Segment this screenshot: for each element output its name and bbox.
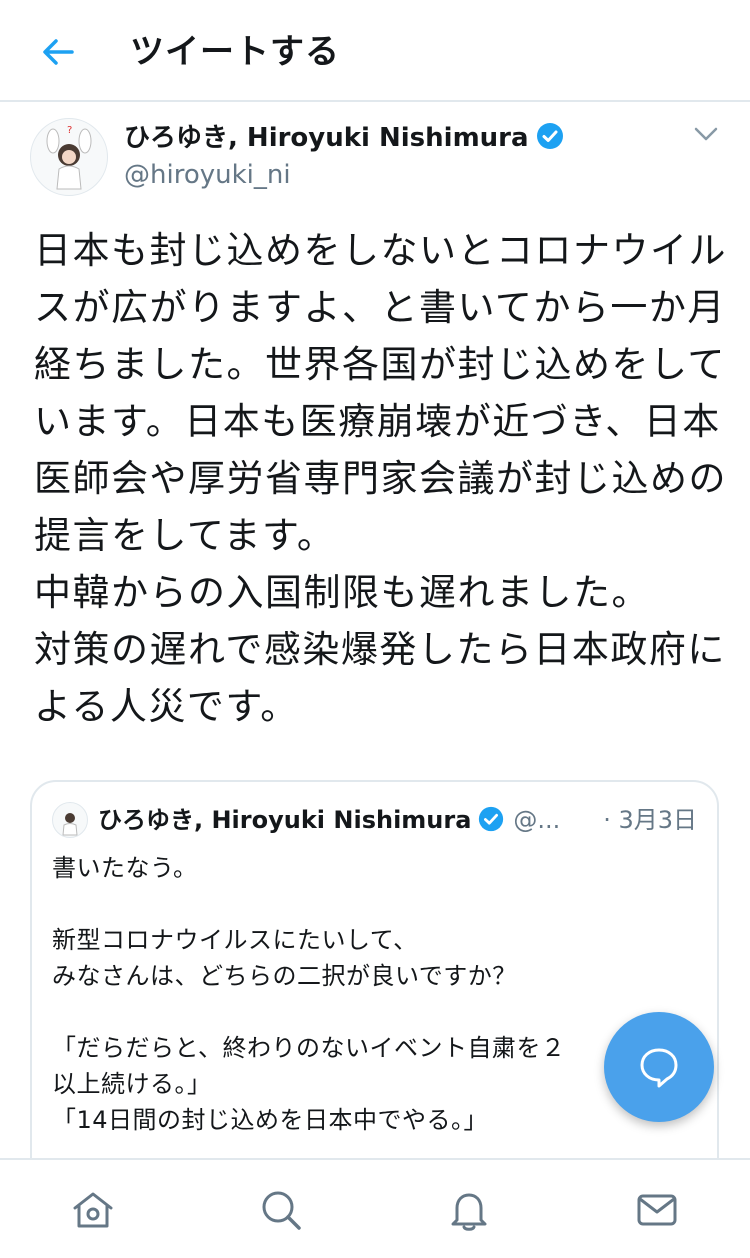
- speech-bubble-icon: [640, 1048, 678, 1088]
- avatar[interactable]: ?: [30, 118, 108, 196]
- tweet-author[interactable]: ? ひろゆき, Hiroyuki Nishimura @hiroyuki_ni: [0, 116, 750, 196]
- verified-badge-icon: [477, 805, 505, 843]
- quoted-date: · 3月3日: [603, 806, 697, 834]
- quoted-avatar: [52, 802, 88, 838]
- back-button[interactable]: [36, 30, 80, 74]
- tab-home[interactable]: [69, 1186, 117, 1234]
- quoted-tweet-card[interactable]: ひろゆき, Hiroyuki Nishimura @... · 3月3日 書いたな…: [30, 780, 719, 1200]
- mail-icon: [637, 1194, 677, 1226]
- top-bar: ツイートする: [0, 0, 750, 102]
- tweet-options-button[interactable]: [690, 118, 722, 150]
- page-title: ツイートする: [130, 32, 340, 72]
- compose-button[interactable]: [604, 1012, 714, 1122]
- verified-badge-icon: [535, 121, 565, 161]
- quoted-author-handle: @...: [513, 806, 561, 834]
- tweet-body: 日本も封じ込めをしないとコロナウイルスが広がりますよ、と書いてから一か月経ちまし…: [34, 229, 727, 728]
- avatar-image: ?: [46, 125, 92, 190]
- search-icon: [262, 1191, 301, 1230]
- bell-icon: [451, 1193, 487, 1231]
- author-name[interactable]: ひろゆき, Hiroyuki Nishimura: [124, 120, 565, 161]
- chevron-down-icon: [694, 127, 718, 141]
- author-name-text: ひろゆき, Hiroyuki Nishimura: [124, 123, 529, 153]
- bottom-tab-bar: [0, 1158, 750, 1258]
- quoted-header: ひろゆき, Hiroyuki Nishimura @...: [98, 802, 560, 838]
- tab-messages[interactable]: [633, 1186, 681, 1234]
- tab-search[interactable]: [257, 1186, 305, 1234]
- home-icon: [73, 1192, 113, 1228]
- quoted-author-name: ひろゆき, Hiroyuki Nishimura: [98, 806, 472, 834]
- svg-text:?: ?: [67, 125, 72, 136]
- arrow-left-icon: [43, 39, 74, 65]
- tab-notifications[interactable]: [445, 1186, 493, 1234]
- author-handle: @hiroyuki_ni: [124, 160, 291, 190]
